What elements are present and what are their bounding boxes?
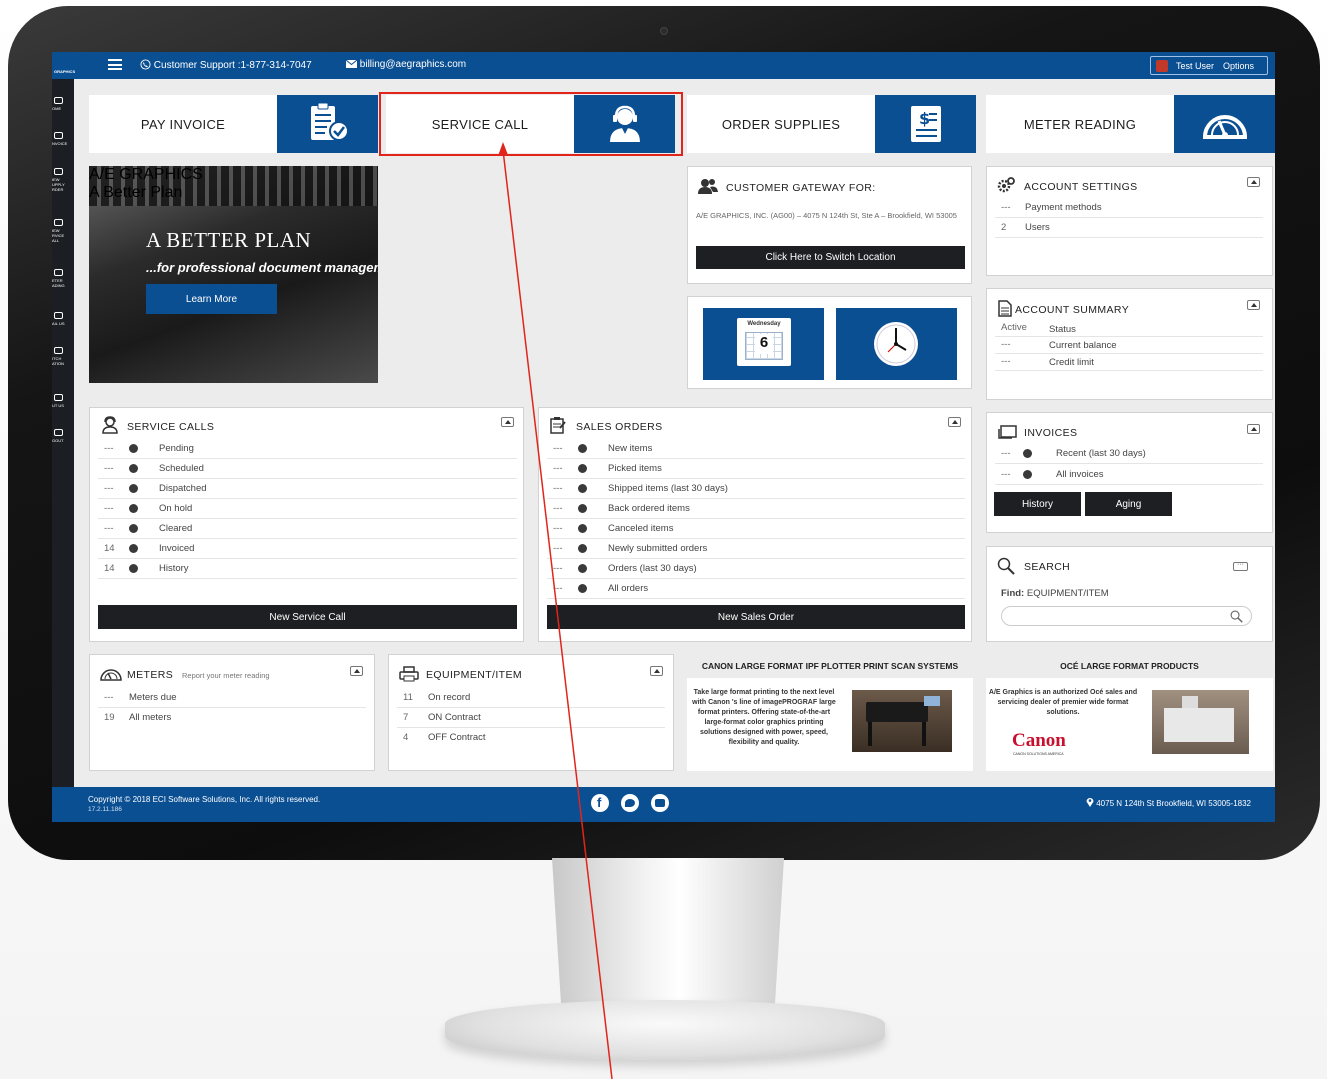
stage: GRAPHICS Customer Support :1-877-314-704… bbox=[0, 0, 1327, 1079]
annotation-arrow bbox=[498, 142, 613, 1079]
